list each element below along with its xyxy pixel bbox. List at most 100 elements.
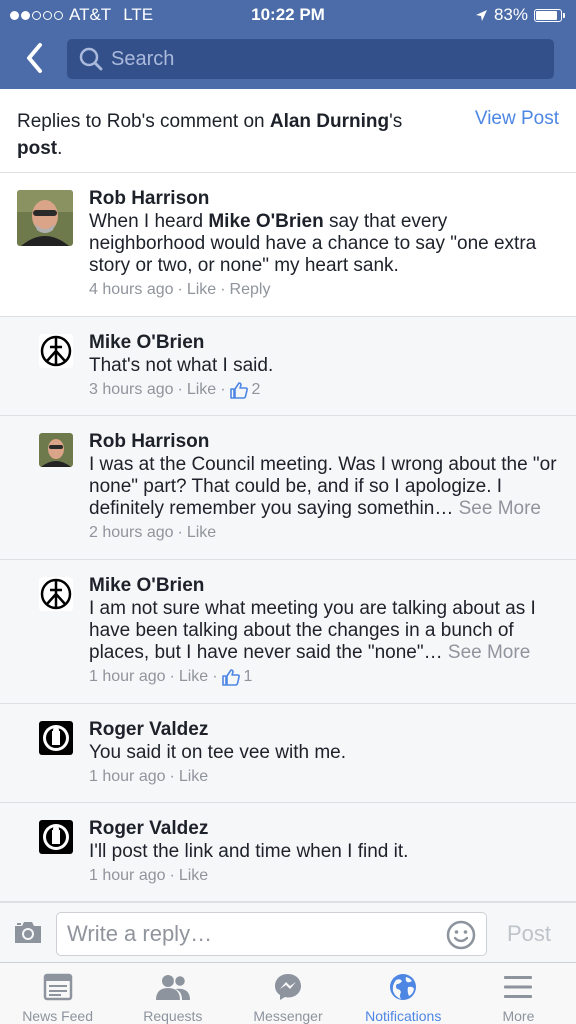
tab-more[interactable]: More — [461, 963, 576, 1024]
avatar[interactable] — [39, 721, 73, 755]
like-count[interactable]: 1 — [221, 667, 252, 687]
like-button[interactable]: Like — [187, 380, 216, 400]
avatar[interactable] — [39, 820, 73, 854]
tab-news-feed[interactable]: News Feed — [0, 963, 115, 1024]
tab-label: Messenger — [253, 1008, 323, 1024]
like-count[interactable]: 2 — [229, 380, 261, 400]
comment-text: That's not what I said. — [89, 355, 274, 376]
comment-meta: 1 hour ago · Like · 1 — [89, 667, 253, 687]
thumbs-up-icon — [221, 668, 240, 686]
comment-text: When I heard Mike O'Brien say that every… — [89, 211, 561, 277]
status-right: 83% — [475, 5, 565, 25]
bottom-tab-bar: News Feed Requests Messenger Notificatio… — [0, 962, 576, 1024]
comment-meta: 1 hour ago · Like — [89, 767, 209, 787]
commenter-name[interactable]: Roger Valdez — [89, 719, 561, 741]
top-navigation-bar: AT&T LTE 10:22 PM 83% — [0, 0, 576, 89]
camera-button[interactable] — [13, 919, 43, 950]
avatar[interactable] — [39, 334, 73, 368]
reply-button[interactable]: Reply — [230, 280, 271, 300]
reply-item: Roger Valdez I'll post the link and time… — [0, 803, 576, 902]
emoji-button[interactable] — [446, 920, 476, 955]
tab-messenger[interactable]: Messenger — [230, 963, 345, 1024]
see-more-link[interactable]: See More — [448, 642, 530, 663]
post-button[interactable]: Post — [507, 921, 551, 947]
avatar[interactable] — [39, 433, 73, 467]
comment-body: Mike O'Brien That's not what I said. 3 h… — [89, 332, 561, 400]
reply-item: Mike O'Brien I am not sure what meeting … — [0, 560, 576, 704]
like-button[interactable]: Like — [179, 667, 208, 687]
reply-input[interactable] — [67, 921, 437, 947]
search-icon — [79, 47, 103, 71]
avatar[interactable] — [39, 577, 73, 611]
comment-text: I am not sure what meeting you are talki… — [89, 598, 561, 664]
see-more-link[interactable]: See More — [459, 498, 541, 519]
comment-body: Rob Harrison I was at the Council meetin… — [89, 431, 561, 543]
avatar[interactable] — [17, 190, 73, 246]
messenger-icon — [275, 974, 301, 1000]
timestamp[interactable]: 2 hours ago — [89, 523, 174, 543]
context-suffix: 's — [389, 111, 403, 132]
replies-context-header: Replies to Rob's comment on Alan Durning… — [0, 89, 576, 173]
tab-requests[interactable]: Requests — [115, 963, 230, 1024]
comment-meta: 4 hours ago · Like · Reply — [89, 280, 271, 300]
like-button[interactable]: Like — [187, 280, 216, 300]
timestamp[interactable]: 1 hour ago — [89, 866, 166, 886]
commenter-name[interactable]: Rob Harrison — [89, 188, 561, 210]
commenter-name[interactable]: Mike O'Brien — [89, 332, 561, 354]
tab-label: Notifications — [365, 1008, 442, 1024]
like-count-value: 2 — [251, 381, 261, 398]
tab-notifications[interactable]: Notifications — [346, 963, 461, 1024]
comment-root: Rob Harrison When I heard Mike O'Brien s… — [0, 173, 576, 317]
comment-body: Rob Harrison When I heard Mike O'Brien s… — [89, 188, 561, 300]
like-button[interactable]: Like — [187, 523, 216, 543]
comment-body: Roger Valdez You said it on tee vee with… — [89, 719, 561, 787]
timestamp[interactable]: 4 hours ago — [89, 280, 174, 300]
reply-field[interactable] — [56, 912, 487, 956]
commenter-name[interactable]: Rob Harrison — [89, 431, 561, 453]
comment-text-part: When I heard — [89, 211, 209, 232]
reply-item: Roger Valdez You said it on tee vee with… — [0, 704, 576, 803]
like-button[interactable]: Like — [179, 866, 208, 886]
reply-item: Rob Harrison I was at the Council meetin… — [0, 416, 576, 560]
back-button[interactable] — [20, 40, 52, 76]
timestamp[interactable]: 1 hour ago — [89, 767, 166, 787]
view-post-link[interactable]: View Post — [475, 108, 559, 130]
comment-text: You said it on tee vee with me. — [89, 742, 347, 763]
context-period: . — [57, 138, 63, 159]
comment-text: I was at the Council meeting. Was I wron… — [89, 454, 561, 520]
timestamp[interactable]: 1 hour ago — [89, 667, 166, 687]
friends-icon — [155, 974, 190, 1000]
context-text: Replies to Rob's comment on Alan Durning… — [17, 108, 437, 162]
menu-icon — [504, 976, 533, 998]
location-arrow-icon — [475, 9, 487, 21]
post-word: post — [17, 138, 58, 159]
commenter-name[interactable]: Roger Valdez — [89, 818, 561, 840]
commenter-name[interactable]: Mike O'Brien — [89, 575, 561, 597]
battery-icon — [534, 8, 565, 22]
post-owner-link[interactable]: Alan Durning — [270, 111, 389, 132]
comment-meta: 2 hours ago · Like — [89, 523, 217, 543]
thumbs-up-icon — [229, 381, 248, 399]
tab-label: More — [502, 1008, 535, 1024]
comment-meta: 3 hours ago · Like · 2 — [89, 380, 261, 400]
tab-label: Requests — [143, 1008, 203, 1024]
reply-item: Mike O'Brien That's not what I said. 3 h… — [0, 317, 576, 416]
chevron-left-icon — [27, 43, 42, 73]
search-input[interactable] — [111, 47, 511, 71]
tab-label: News Feed — [22, 1008, 93, 1024]
context-prefix: Replies to Rob's comment on — [17, 111, 270, 132]
reply-composer: Post — [0, 902, 576, 962]
comment-text: I'll post the link and time when I find … — [89, 841, 409, 862]
mentioned-name[interactable]: Mike O'Brien — [208, 211, 323, 232]
smiley-icon — [446, 920, 476, 950]
comment-body: Mike O'Brien I am not sure what meeting … — [89, 575, 561, 687]
status-bar: AT&T LTE 10:22 PM 83% — [0, 0, 576, 30]
search-bar[interactable] — [67, 39, 554, 79]
battery-percent: 83% — [493, 5, 528, 24]
camera-icon — [15, 922, 41, 943]
comment-meta: 1 hour ago · Like — [89, 866, 209, 886]
timestamp[interactable]: 3 hours ago — [89, 380, 174, 400]
like-button[interactable]: Like — [179, 767, 208, 787]
news-feed-icon — [43, 973, 72, 1001]
globe-icon — [390, 974, 417, 1000]
